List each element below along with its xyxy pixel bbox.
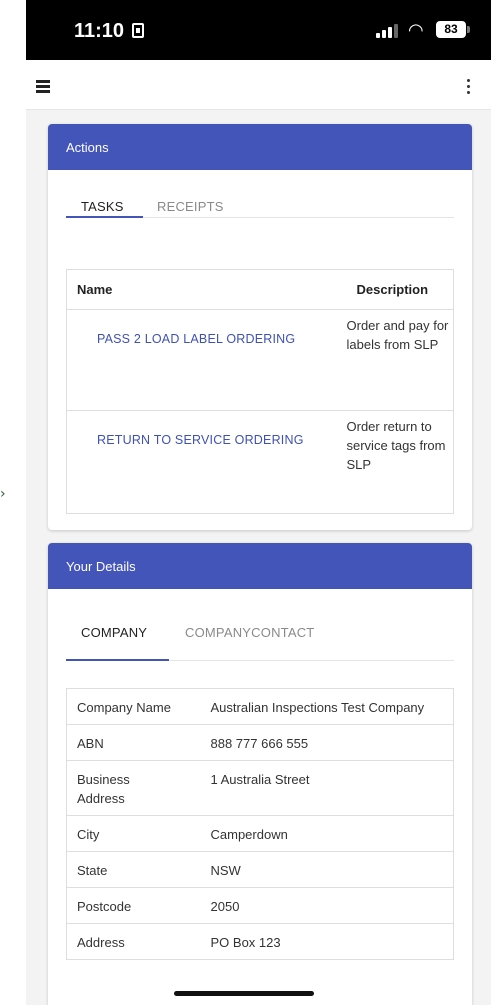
menu-icon[interactable]: [36, 80, 50, 93]
more-vert-icon[interactable]: [464, 78, 472, 94]
signal-icon: [376, 24, 402, 38]
company-details-table: Company Name Australian Inspections Test…: [66, 688, 454, 960]
tab-company[interactable]: COMPANY: [81, 625, 147, 640]
column-header-name: Name: [66, 269, 347, 310]
task-description: Order return to service tags from SLP: [346, 410, 454, 514]
app-bar: [26, 60, 491, 110]
field-label: Address: [66, 923, 201, 960]
field-value: Australian Inspections Test Company: [200, 688, 454, 725]
phone-screen: 11:10 ◠ 83 Actions TASKS RECEIPTS Name D…: [26, 0, 491, 1005]
actions-card: Actions TASKS RECEIPTS Name Description …: [48, 124, 472, 530]
status-time: 11:10: [74, 20, 125, 42]
table-row: City Camperdown: [66, 815, 454, 852]
table-row: RETURN TO SERVICE ORDERING Order return …: [66, 410, 454, 514]
field-value: Camperdown: [200, 815, 454, 852]
actions-tabs: TASKS RECEIPTS: [66, 170, 454, 218]
field-value: PO Box 123: [200, 923, 454, 960]
wifi-icon: ◠: [408, 20, 424, 41]
details-tabs: COMPANY COMPANYCONTACT: [66, 589, 454, 661]
table-row: Company Name Australian Inspections Test…: [66, 688, 454, 725]
battery-tip: [467, 26, 470, 33]
table-row: Address PO Box 123: [66, 923, 454, 960]
table-row: State NSW: [66, 851, 454, 888]
table-row: ABN 888 777 666 555: [66, 724, 454, 761]
home-indicator[interactable]: [174, 991, 314, 996]
field-label: Company Name: [66, 688, 201, 725]
field-value: NSW: [200, 851, 454, 888]
status-bar: 11:10 ◠ 83: [26, 0, 491, 60]
field-value: 2050: [200, 887, 454, 924]
field-value: 1 Australia Street: [200, 760, 454, 816]
battery-icon: 83: [436, 21, 466, 38]
tab-tasks[interactable]: TASKS: [81, 199, 124, 214]
field-label: State: [66, 851, 201, 888]
sim-icon: [132, 23, 144, 38]
field-label: ABN: [66, 724, 201, 761]
task-link-pass2-load-label[interactable]: PASS 2 LOAD LABEL ORDERING: [66, 309, 347, 411]
arrow-marker-icon: ›: [0, 486, 6, 502]
details-card-header: Your Details: [48, 543, 472, 589]
outer-margin: ›: [0, 0, 26, 1005]
table-row: PASS 2 LOAD LABEL ORDERING Order and pay…: [66, 309, 454, 411]
field-label: Postcode: [66, 887, 201, 924]
table-header-row: Name Description: [66, 269, 454, 310]
field-label: Business Address: [66, 760, 201, 816]
tab-indicator: [66, 659, 169, 661]
column-header-description: Description: [346, 269, 454, 310]
tab-receipts[interactable]: RECEIPTS: [157, 199, 224, 214]
actions-card-header: Actions: [48, 124, 472, 170]
task-description: Order and pay for labels from SLP: [346, 309, 454, 411]
tab-indicator: [66, 216, 143, 218]
field-value: 888 777 666 555: [200, 724, 454, 761]
table-row: Postcode 2050: [66, 887, 454, 924]
outer-margin-right: [491, 0, 500, 1005]
details-card: Your Details COMPANY COMPANYCONTACT Comp…: [48, 543, 472, 1005]
tab-companycontact[interactable]: COMPANYCONTACT: [185, 625, 314, 640]
field-label: City: [66, 815, 201, 852]
tasks-table: Name Description PASS 2 LOAD LABEL ORDER…: [66, 269, 454, 514]
table-row: Business Address 1 Australia Street: [66, 760, 454, 816]
task-link-return-to-service[interactable]: RETURN TO SERVICE ORDERING: [66, 410, 347, 514]
